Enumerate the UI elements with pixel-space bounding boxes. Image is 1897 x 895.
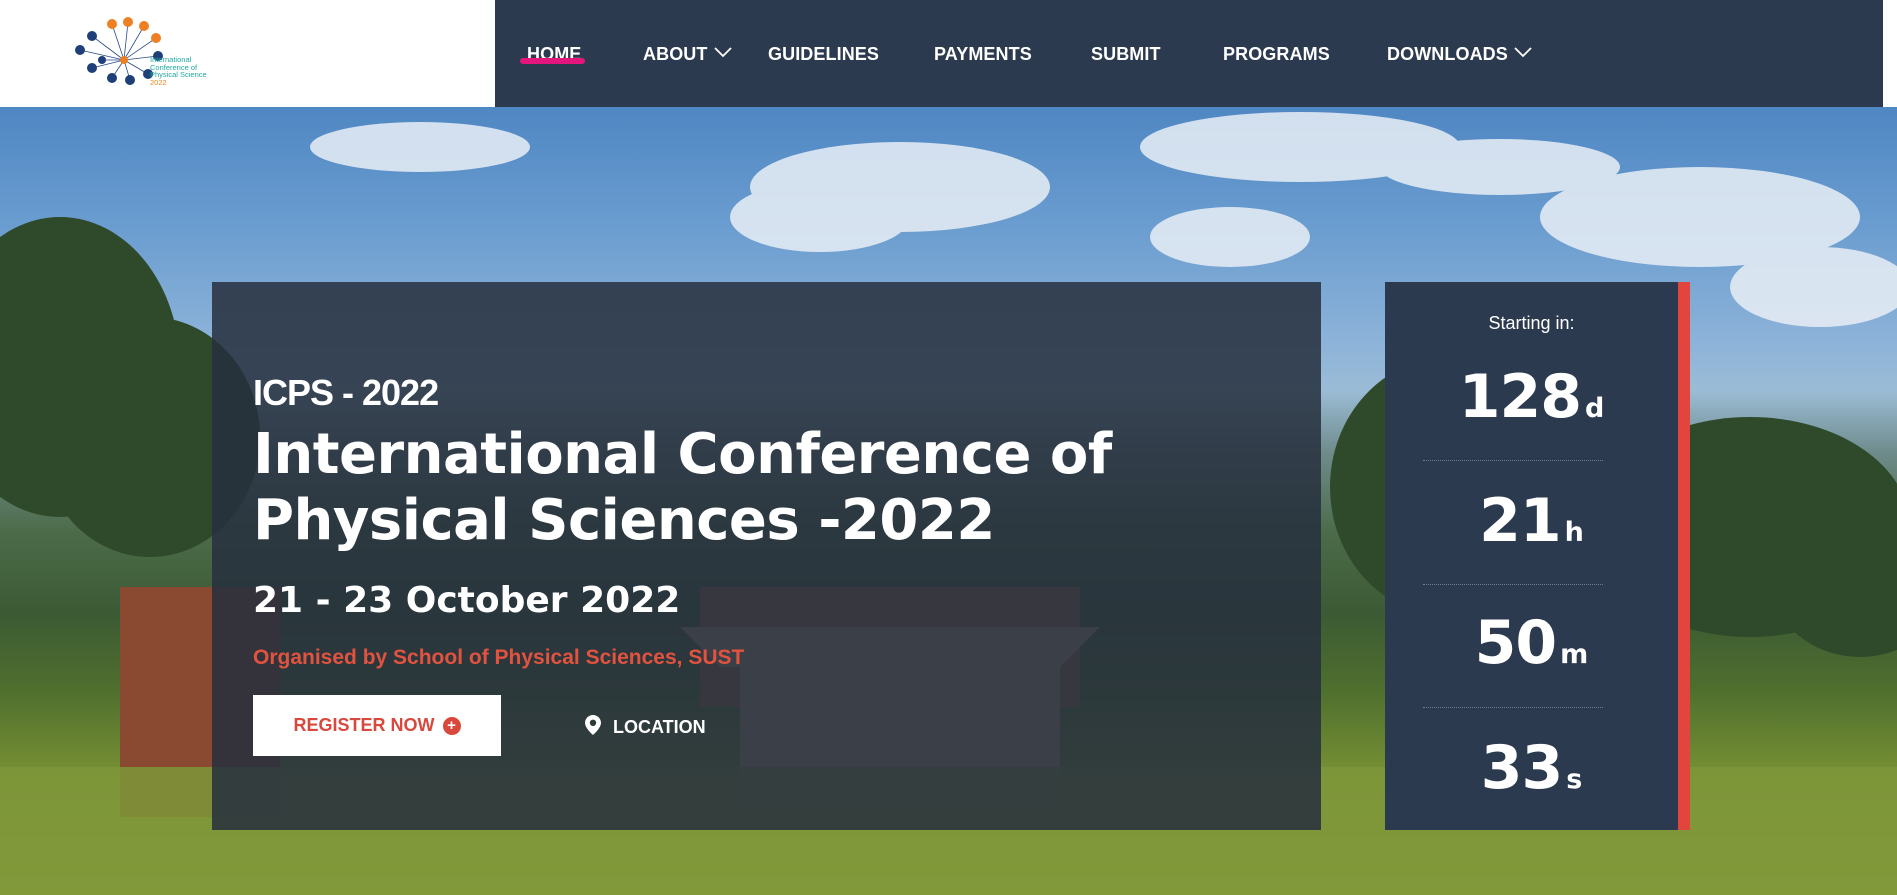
countdown-accent-bar	[1678, 282, 1690, 830]
nav-downloads-label: DOWNLOADS	[1387, 44, 1508, 64]
nav-submit-label: SUBMIT	[1091, 44, 1161, 64]
logo-year: 2022	[150, 77, 167, 87]
countdown-divider	[1423, 707, 1603, 708]
countdown-hours-value: 21	[1479, 486, 1561, 556]
countdown-label: Starting in:	[1488, 313, 1575, 333]
site-logo[interactable]: International Conference of Physical Sci…	[72, 14, 232, 88]
countdown-days-unit: d	[1584, 393, 1605, 424]
register-now-label: REGISTER NOW	[293, 715, 435, 735]
nav-programs[interactable]: PROGRAMS	[1223, 44, 1330, 65]
map-pin-icon	[585, 715, 601, 740]
plus-circle-icon: +	[442, 716, 461, 735]
nav-guidelines[interactable]: GUIDELINES	[768, 44, 879, 65]
countdown-minutes: 50 m	[1385, 608, 1678, 678]
nav-active-indicator	[520, 58, 585, 64]
nav-downloads[interactable]: DOWNLOADS	[1387, 44, 1532, 65]
countdown-minutes-unit: m	[1560, 639, 1589, 670]
countdown-divider	[1423, 460, 1603, 461]
logo-area: International Conference of Physical Sci…	[0, 0, 495, 107]
event-organiser: Organised by School of Physical Sciences…	[253, 646, 745, 669]
countdown-seconds-value: 33	[1480, 733, 1563, 803]
location-label: LOCATION	[613, 717, 706, 737]
event-title: International Conference of Physical Sci…	[253, 422, 1112, 553]
chevron-down-icon	[713, 42, 732, 63]
register-now-button[interactable]: REGISTER NOW +	[253, 695, 501, 756]
chevron-down-icon	[1514, 42, 1532, 63]
countdown-days: 128 d	[1385, 362, 1678, 432]
nav-payments-label: PAYMENTS	[934, 44, 1032, 64]
nav-payments[interactable]: PAYMENTS	[934, 44, 1032, 65]
event-dates: 21 - 23 October 2022	[253, 580, 681, 621]
event-short-name: ICPS - 2022	[253, 372, 439, 413]
countdown-seconds: 33 s	[1385, 733, 1678, 803]
nav-submit[interactable]: SUBMIT	[1091, 44, 1161, 65]
nav-about[interactable]: ABOUT	[643, 44, 732, 65]
countdown-minutes-value: 50	[1474, 608, 1557, 678]
nav-programs-label: PROGRAMS	[1223, 44, 1330, 64]
countdown-divider	[1423, 584, 1603, 585]
countdown-seconds-unit: s	[1566, 764, 1583, 795]
countdown-hours: 21 h	[1385, 486, 1678, 556]
logo-wordmark: International Conference of Physical Sci…	[150, 56, 207, 86]
nav-guidelines-label: GUIDELINES	[768, 44, 880, 64]
nav-about-label: ABOUT	[643, 44, 708, 64]
countdown-hours-unit: h	[1564, 517, 1584, 548]
countdown-days-value: 128	[1458, 362, 1582, 432]
location-link[interactable]: LOCATION	[585, 715, 706, 740]
